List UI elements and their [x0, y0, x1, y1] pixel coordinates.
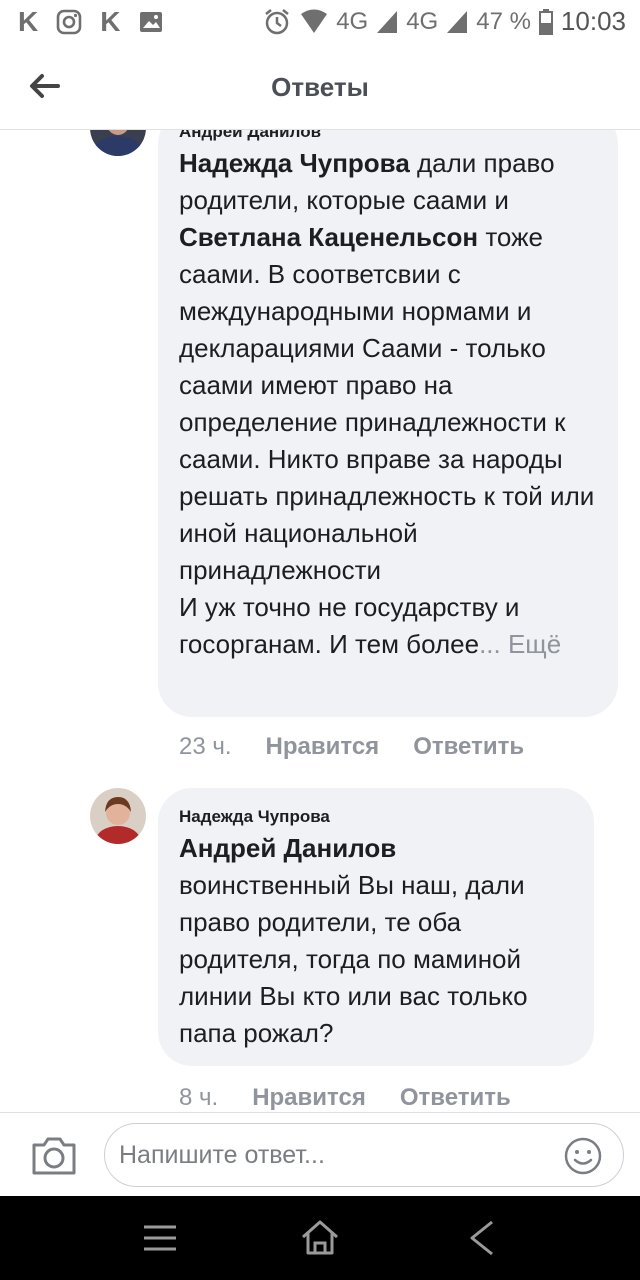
- mention-link[interactable]: Светлана Каценельсон: [179, 222, 478, 252]
- reply-field: [104, 1123, 624, 1187]
- recent-apps-button[interactable]: [138, 1216, 182, 1260]
- user-photo: [90, 130, 146, 156]
- camera-icon: [32, 1137, 76, 1175]
- network-type-1: 4G: [336, 7, 369, 35]
- comment-text: Андрей Данилов воинственный Вы наш, дали …: [179, 830, 579, 1052]
- signal-icon: [447, 10, 468, 33]
- mention-link[interactable]: Надежда Чупрова: [179, 148, 410, 178]
- back-triangle-icon: [470, 1220, 493, 1256]
- like-button[interactable]: Нравится: [252, 1084, 366, 1112]
- avatar[interactable]: [90, 130, 146, 156]
- instagram-notification-icon: [56, 9, 82, 35]
- signal-icon: [377, 10, 398, 33]
- reply-composer: [0, 1112, 640, 1196]
- alarm-icon: [265, 8, 289, 34]
- vk-notification-icon: K: [100, 6, 121, 37]
- like-button[interactable]: Нравится: [266, 733, 380, 761]
- comment-time: 8 ч.: [179, 1084, 219, 1111]
- clock: 10:03: [560, 6, 626, 36]
- user-photo: [90, 788, 146, 844]
- camera-button[interactable]: [30, 1135, 78, 1177]
- system-nav-bar: [0, 1196, 640, 1280]
- menu-icon: [144, 1225, 176, 1251]
- comment-text-part: тоже саами. В соответсвии с международны…: [179, 222, 595, 585]
- comment-text-part: И уж точно не государству и госорганам. …: [179, 592, 520, 659]
- battery-percent: 47 %: [476, 7, 531, 35]
- replies-thread: Андрей Данилов Надежда Чупрова дали прав…: [0, 130, 640, 1112]
- status-bar: K K 4G 4G 47 % 10:03: [0, 0, 640, 44]
- battery-icon: [538, 8, 553, 35]
- home-icon: [302, 1220, 338, 1255]
- system-back-button[interactable]: [460, 1216, 504, 1260]
- reply-button[interactable]: Ответить: [413, 733, 524, 761]
- emoji-button[interactable]: [563, 1136, 603, 1176]
- truncation-ellipsis: ...: [479, 629, 501, 659]
- network-type-2: 4G: [406, 7, 439, 35]
- comment-text-part: воинственный Вы наш, дали право родители…: [179, 870, 528, 1048]
- comment-author[interactable]: Андрей Данилов: [179, 130, 321, 142]
- see-more-link[interactable]: Ещё: [508, 629, 561, 659]
- app-header: Ответы: [0, 44, 640, 130]
- home-button[interactable]: [298, 1216, 342, 1260]
- page-title: Ответы: [271, 72, 369, 102]
- gallery-notification-icon: [140, 12, 163, 32]
- status-system: 4G 4G 47 % 10:03: [262, 6, 626, 37]
- comment-time: 23 ч.: [179, 733, 232, 760]
- avatar[interactable]: [90, 788, 146, 844]
- vk-notification-icon: K: [18, 6, 39, 37]
- reply-button[interactable]: Ответить: [400, 1084, 511, 1112]
- comment-author[interactable]: Надежда Чупрова: [179, 807, 330, 827]
- comment-actions: 23 ч. Нравится Ответить: [179, 733, 558, 761]
- status-notifications: K K: [18, 8, 164, 36]
- smiley-icon: [564, 1137, 602, 1175]
- wifi-icon: [301, 9, 328, 33]
- comment-actions: 8 ч. Нравится Ответить: [179, 1084, 545, 1112]
- mention-link[interactable]: Андрей Данилов: [179, 833, 396, 863]
- comment-text: Надежда Чупрова дали право родители, кот…: [179, 145, 599, 663]
- reply-input[interactable]: [119, 1134, 539, 1176]
